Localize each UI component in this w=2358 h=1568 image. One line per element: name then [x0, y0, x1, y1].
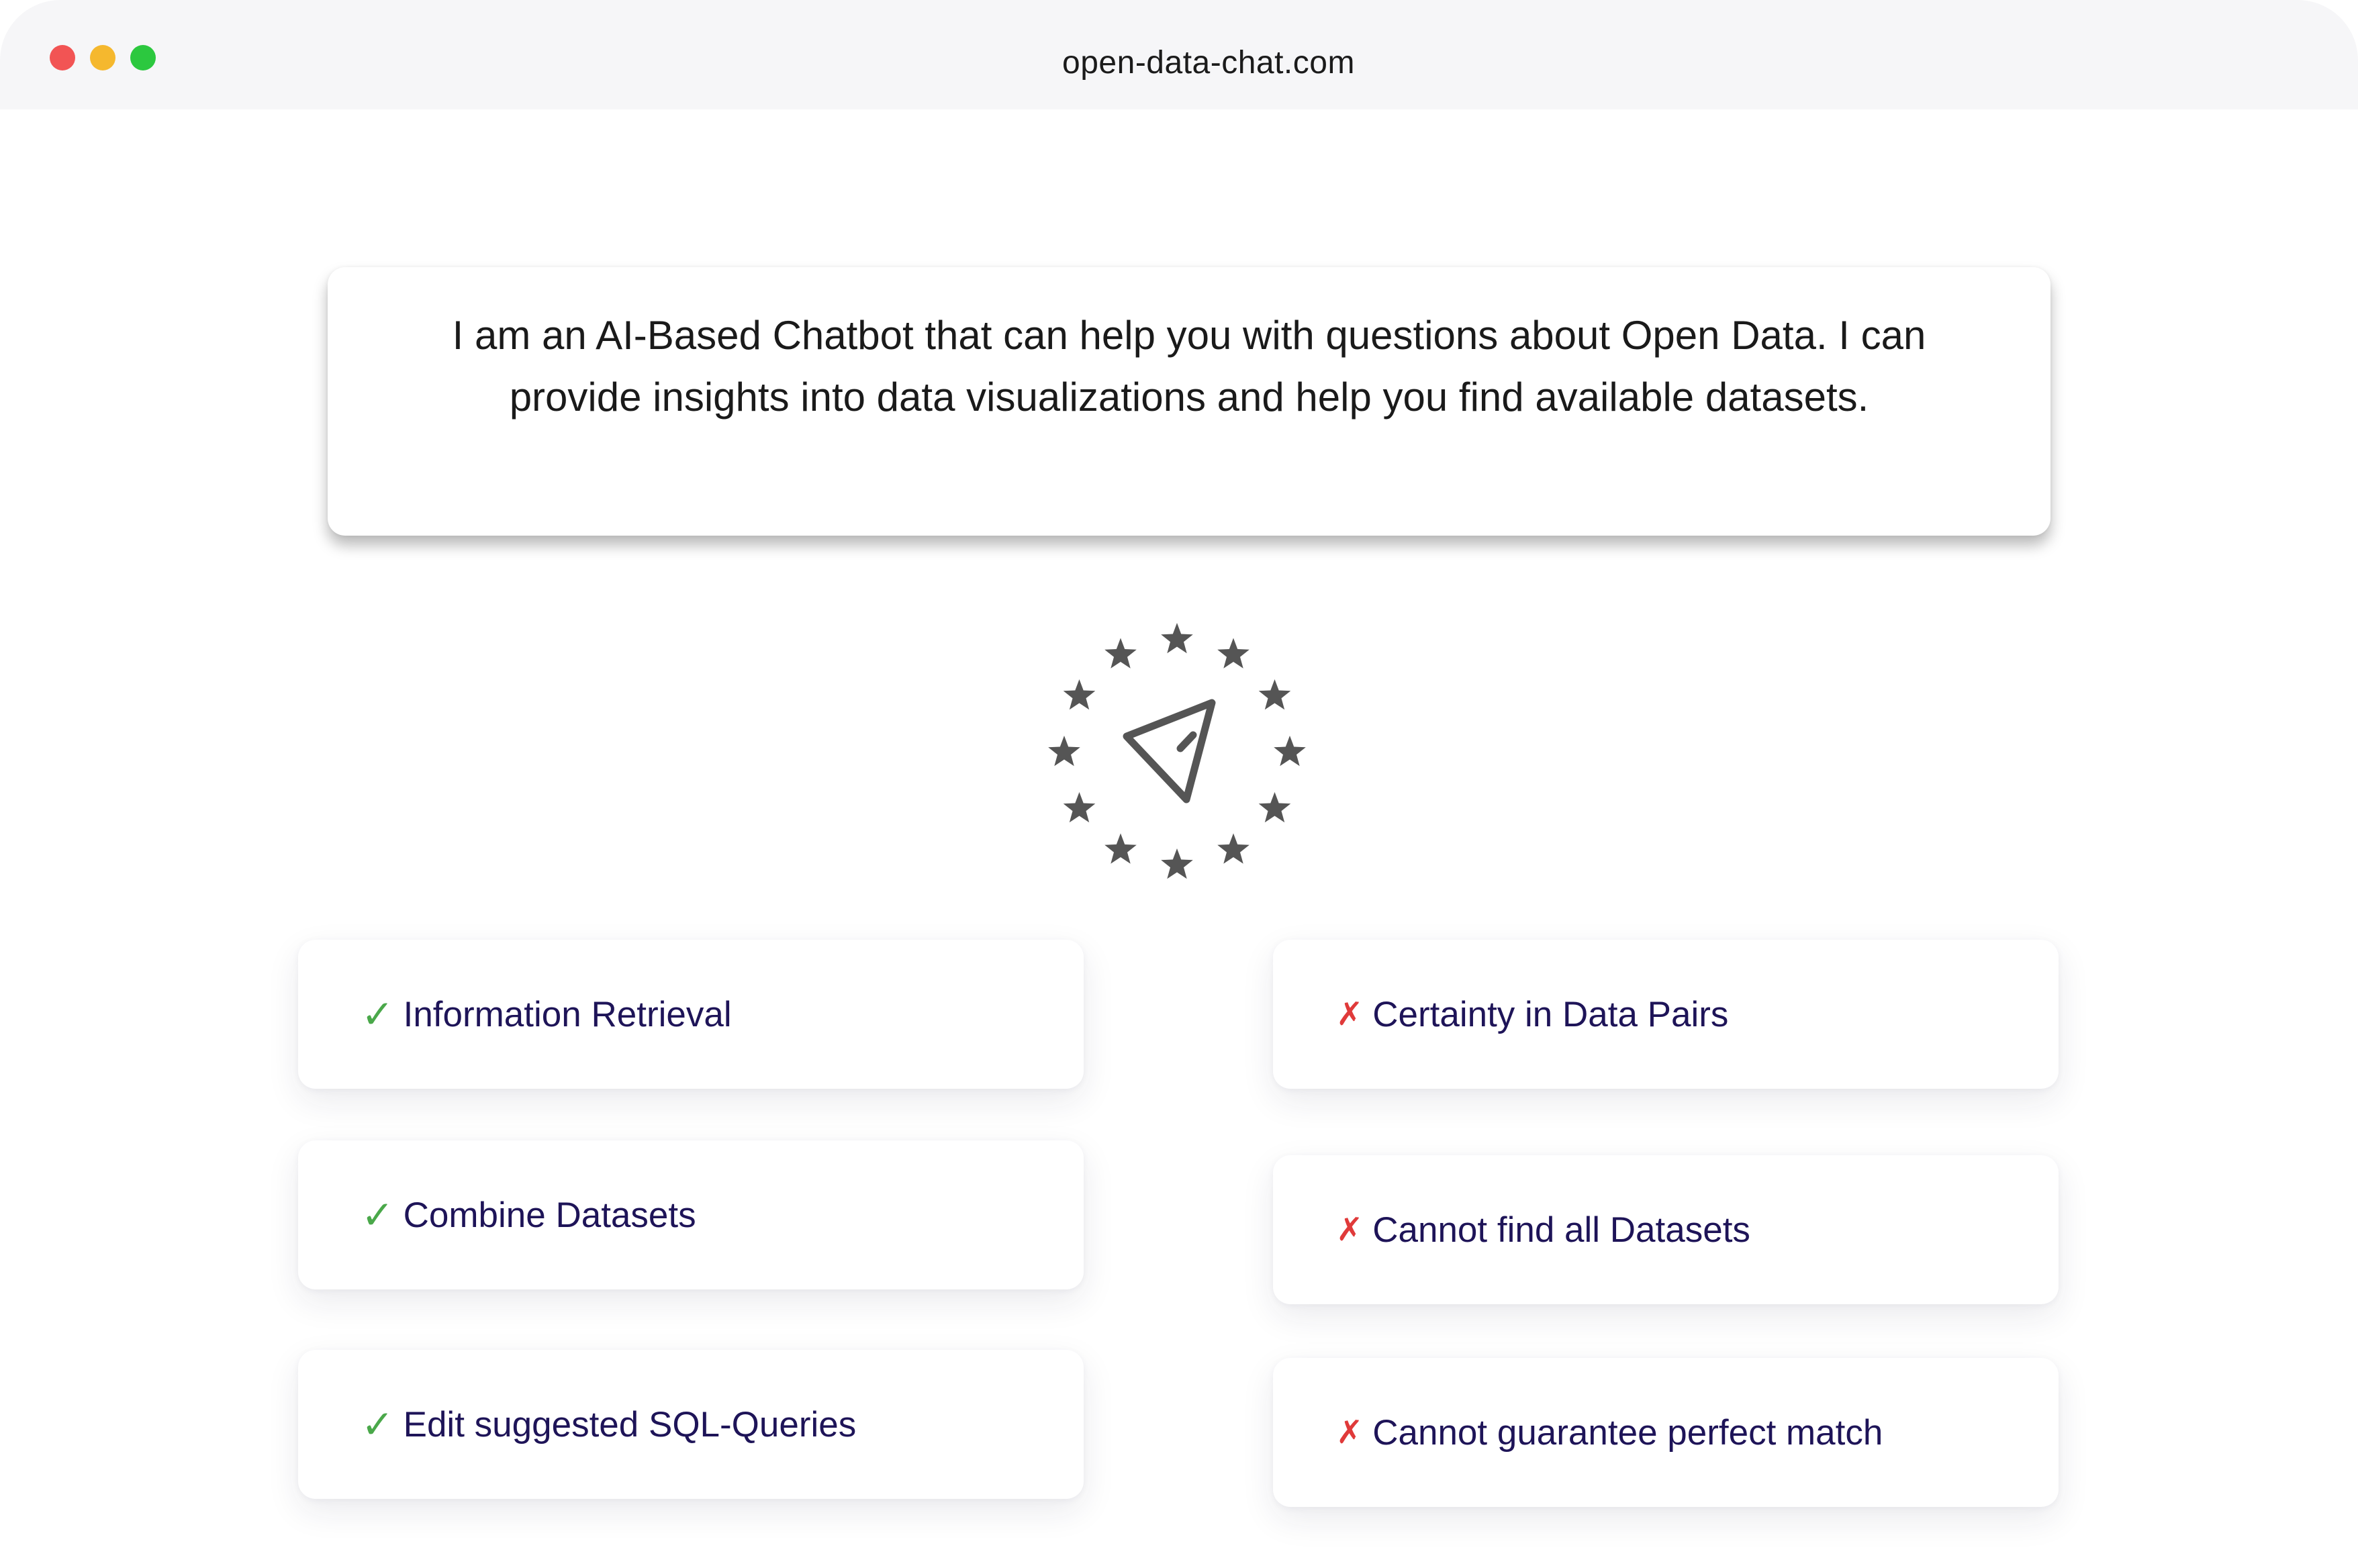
check-icon: ✓	[361, 993, 394, 1036]
star-icon	[1217, 638, 1249, 669]
eu-emblem-icon	[1048, 623, 1306, 879]
limitation-card-certainty: ✗ Certainty in Data Pairs	[1273, 940, 2059, 1089]
limitation-label: Certainty in Data Pairs	[1372, 994, 1729, 1034]
star-icon	[1048, 736, 1080, 767]
limitation-card-find-datasets: ✗ Cannot find all Datasets	[1273, 1155, 2059, 1304]
star-icon	[1161, 623, 1193, 654]
star-icon	[1063, 679, 1096, 710]
chatbot-intro-card: I am an AI-Based Chatbot that can help y…	[328, 267, 2050, 536]
cross-icon: ✗	[1336, 1415, 1364, 1451]
limitation-label: Cannot find all Datasets	[1372, 1210, 1750, 1250]
star-icon	[1274, 736, 1306, 767]
star-icon	[1161, 848, 1193, 879]
star-icon	[1258, 792, 1291, 823]
chatbot-intro-text: I am an AI-Based Chatbot that can help y…	[452, 313, 1926, 420]
capability-label: Information Retrieval	[403, 994, 732, 1034]
address-bar-url[interactable]: open-data-chat.com	[0, 44, 2358, 81]
check-icon: ✓	[361, 1403, 394, 1447]
capability-label: Edit suggested SQL-Queries	[403, 1404, 857, 1444]
send-paper-plane-icon	[1123, 699, 1216, 803]
capability-label: Combine Datasets	[403, 1195, 696, 1235]
star-icon	[1104, 833, 1137, 864]
browser-title-bar: open-data-chat.com	[0, 0, 2358, 109]
capability-card-combine-datasets: ✓ Combine Datasets	[298, 1140, 1084, 1289]
star-icon	[1104, 638, 1137, 669]
capability-card-information-retrieval: ✓ Information Retrieval	[298, 940, 1084, 1089]
browser-window: open-data-chat.com I am an AI-Based Chat…	[0, 0, 2358, 1568]
limitation-card-perfect-match: ✗ Cannot guarantee perfect match	[1273, 1358, 2059, 1507]
cross-icon: ✗	[1336, 997, 1364, 1032]
limitation-label: Cannot guarantee perfect match	[1372, 1412, 1883, 1453]
check-icon: ✓	[361, 1193, 394, 1237]
capability-card-edit-sql: ✓ Edit suggested SQL-Queries	[298, 1350, 1084, 1499]
star-icon	[1217, 833, 1249, 864]
star-icon	[1063, 792, 1096, 823]
eu-stars-icon	[1048, 623, 1306, 879]
star-icon	[1258, 679, 1291, 710]
cross-icon: ✗	[1336, 1212, 1364, 1248]
